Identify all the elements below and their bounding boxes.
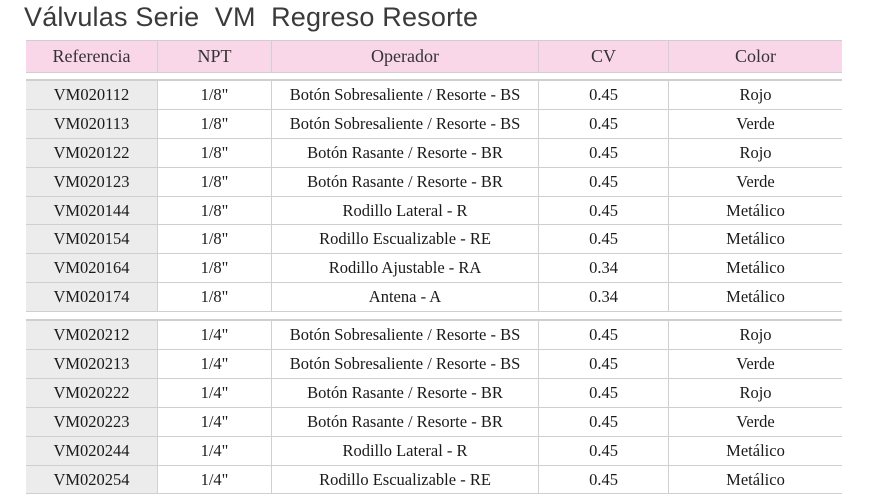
cell-cv: 0.34 [539, 254, 669, 283]
cell-cv: 0.45 [539, 321, 669, 350]
header-spacer [26, 73, 842, 81]
cell-referencia: VM020212 [26, 321, 158, 350]
cell-npt: 1/8" [158, 138, 272, 167]
cell-operador: Rodillo Escualizable - RE [272, 225, 539, 254]
valves-table: Referencia NPT Operador CV Color VM02011… [26, 40, 842, 495]
cell-npt: 1/4" [158, 436, 272, 465]
cell-operador: Rodillo Lateral - R [272, 196, 539, 225]
col-header-cv: CV [539, 41, 669, 72]
table-row: VM020212 1/4" Botón Sobresaliente / Resort… [26, 321, 842, 351]
cell-cv: 0.45 [539, 436, 669, 465]
cell-color: Verde [736, 113, 775, 133]
cell-color: Metálico [726, 200, 785, 220]
cell-npt: 1/4" [158, 465, 272, 494]
table-row: VM020164 1/8" Rodillo Ajustable - RA 0.34 Me… [26, 254, 842, 284]
cell-cv: 0.45 [539, 378, 669, 407]
cell-color: Rojo [739, 142, 772, 162]
cell-npt: 1/8" [158, 225, 272, 254]
table-row: VM020174 1/8" Antena - A 0.34 Metálico [26, 283, 842, 313]
cell-operador: Botón Rasante / Resorte - BR [272, 167, 539, 196]
cell-color: Rojo [739, 382, 772, 402]
cell-cv: 0.45 [539, 407, 669, 436]
cell-operador: Antena - A [272, 283, 539, 312]
cell-operador: Botón Sobresaliente / Resorte - BS [272, 321, 539, 350]
cell-color: Rojo [739, 325, 772, 345]
cell-referencia: VM020122 [26, 138, 158, 167]
cell-npt: 1/8" [158, 167, 272, 196]
cell-color: Metálico [726, 287, 785, 307]
cell-referencia: VM020174 [26, 283, 158, 312]
cell-cv: 0.45 [539, 109, 669, 138]
cell-operador: Rodillo Escualizable - RE [272, 465, 539, 494]
cell-operador: Botón Rasante / Resorte - BR [272, 407, 539, 436]
cell-npt: 1/8" [158, 196, 272, 225]
cell-color: Verde [736, 171, 775, 191]
cell-operador: Botón Rasante / Resorte - BR [272, 138, 539, 167]
cell-referencia: VM020223 [26, 407, 158, 436]
col-header-color: Color [734, 46, 776, 66]
page-title: Válvulas Serie VM Regreso Resorte [24, 2, 479, 32]
cell-referencia: VM020123 [26, 167, 158, 196]
cell-referencia: VM020254 [26, 465, 158, 494]
cell-color: Metálico [726, 258, 785, 278]
cell-referencia: VM020164 [26, 254, 158, 283]
cell-cv: 0.45 [539, 196, 669, 225]
table-row: VM020112 1/8" Botón Sobresaliente / Resort… [26, 81, 842, 110]
table-row: VM020213 1/4" Botón Sobresaliente / Resort… [26, 350, 842, 379]
cell-npt: 1/8" [158, 109, 272, 138]
group-1-4-npt: VM020212 1/4" Botón Sobresaliente / Resort… [26, 321, 842, 495]
cell-color: Verde [736, 411, 775, 431]
cell-npt: 1/4" [158, 321, 272, 350]
col-header-operador: Operador [272, 41, 539, 72]
group-1-8-npt: VM020112 1/8" Botón Sobresaliente / Resort… [26, 81, 842, 313]
cell-operador: Botón Rasante / Resorte - BR [272, 378, 539, 407]
cell-npt: 1/4" [158, 407, 272, 436]
col-header-npt: NPT [158, 41, 272, 72]
cell-color: Metálico [726, 440, 785, 460]
cell-npt: 1/4" [158, 350, 272, 378]
cell-operador: Botón Sobresaliente / Resorte - BS [272, 109, 539, 138]
cell-npt: 1/8" [158, 254, 272, 283]
cell-operador: Botón Sobresaliente / Resorte - BS [272, 350, 539, 378]
cell-cv: 0.45 [539, 81, 669, 109]
table-row: VM020222 1/4" Botón Rasante / Resorte - BR… [26, 378, 842, 408]
cell-cv: 0.45 [539, 138, 669, 167]
cell-operador: Botón Sobresaliente / Resorte - BS [272, 81, 539, 109]
table-row: VM020123 1/8" Botón Rasante / Resorte - BR… [26, 167, 842, 197]
cell-npt: 1/8" [158, 283, 272, 312]
table-row: VM020144 1/8" Rodillo Lateral - R 0.45 Metál… [26, 196, 842, 226]
cell-color: Metálico [726, 469, 785, 489]
cell-referencia: VM020244 [26, 436, 158, 465]
cell-referencia: VM020154 [26, 225, 158, 254]
table-row: VM020244 1/4" Rodillo Lateral - R 0.45 Metál… [26, 436, 842, 466]
cell-referencia: VM020144 [26, 196, 158, 225]
col-header-referencia: Referencia [26, 41, 158, 72]
table-row: VM020254 1/4" Rodillo Escualizable - RE 0.4… [26, 465, 842, 495]
cell-color: Rojo [739, 84, 772, 104]
cell-referencia: VM020222 [26, 378, 158, 407]
cell-color: Metálico [726, 229, 785, 249]
cell-referencia: VM020213 [26, 350, 158, 378]
cell-cv: 0.45 [539, 350, 669, 378]
cell-operador: Rodillo Lateral - R [272, 436, 539, 465]
cell-cv: 0.45 [539, 465, 669, 494]
cell-cv: 0.45 [539, 225, 669, 254]
cell-npt: 1/4" [158, 378, 272, 407]
cell-cv: 0.45 [539, 167, 669, 196]
group-gap [26, 312, 842, 322]
table-row: VM020154 1/8" Rodillo Escualizable - RE 0.4… [26, 225, 842, 255]
cell-referencia: VM020113 [26, 109, 158, 138]
table-header: Referencia NPT Operador CV Color [26, 40, 842, 73]
table-row: VM020223 1/4" Botón Rasante / Resorte - BR… [26, 407, 842, 437]
cell-cv: 0.34 [539, 283, 669, 312]
cell-referencia: VM020112 [26, 81, 158, 109]
table-row: VM020122 1/8" Botón Rasante / Resorte - BR… [26, 138, 842, 168]
cell-operador: Rodillo Ajustable - RA [272, 254, 539, 283]
table-row: VM020113 1/8" Botón Sobresaliente / Resort… [26, 109, 842, 139]
cell-npt: 1/8" [158, 81, 272, 109]
cell-color: Verde [736, 353, 775, 373]
